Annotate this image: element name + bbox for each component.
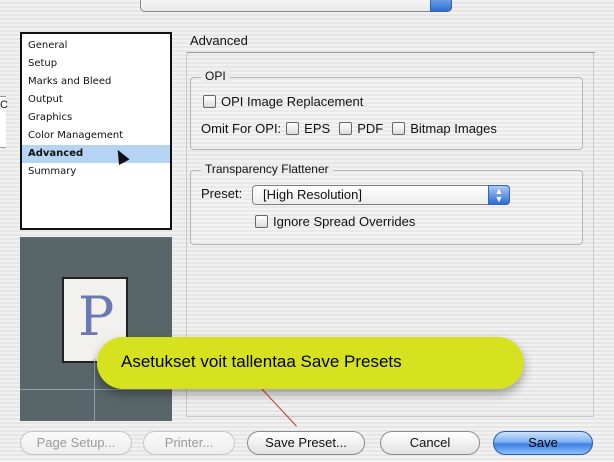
ignore-spread-overrides-checkbox[interactable] bbox=[255, 215, 268, 228]
ignore-spread-overrides-label: Ignore Spread Overrides bbox=[273, 214, 416, 229]
sidebar-item-marks-and-bleed[interactable]: Marks and Bleed bbox=[22, 73, 170, 91]
transparency-flattener-group: Transparency Flattener Preset: [High Res… bbox=[190, 162, 583, 245]
background-window-sliver: C bbox=[0, 96, 8, 148]
sidebar-item-general[interactable]: General bbox=[22, 37, 170, 55]
opi-group: OPI OPI Image Replacement Omit For OPI: … bbox=[190, 69, 583, 150]
sidebar-item-setup[interactable]: Setup bbox=[22, 55, 170, 73]
callout-text: Asetukset voit tallentaa Save Presets bbox=[121, 352, 402, 371]
sidebar-item-summary[interactable]: Summary bbox=[22, 163, 170, 181]
preview-divider-horizontal bbox=[20, 389, 172, 390]
page-preview[interactable]: P bbox=[20, 237, 172, 421]
opi-image-replacement-label: OPI Image Replacement bbox=[221, 94, 364, 109]
preview-page-letter: P bbox=[78, 285, 115, 348]
transparency-group-label: Transparency Flattener bbox=[201, 162, 333, 176]
omit-eps-checkbox[interactable] bbox=[286, 122, 300, 135]
sidebar-item-color-management[interactable]: Color Management bbox=[22, 127, 170, 145]
ignore-spread-overrides-row[interactable]: Ignore Spread Overrides bbox=[255, 214, 415, 229]
cancel-button[interactable]: Cancel bbox=[380, 431, 480, 455]
omit-for-opi-row: Omit For OPI: EPS PDF Bitmap Images bbox=[201, 121, 497, 136]
printer-button[interactable]: Printer... bbox=[143, 431, 235, 455]
top-popup-menu[interactable] bbox=[140, 0, 452, 12]
omit-pdf-checkbox[interactable] bbox=[339, 122, 353, 135]
category-list[interactable]: General Setup Marks and Bleed Output Gra… bbox=[20, 32, 172, 230]
preset-select-value: [High Resolution] bbox=[263, 187, 362, 202]
preset-select[interactable]: [High Resolution] ▲ ▼ bbox=[252, 185, 510, 205]
omit-eps-label: EPS bbox=[304, 121, 331, 136]
callout-bubble: Asetukset voit tallentaa Save Presets bbox=[97, 337, 524, 389]
select-arrows-icon: ▲ ▼ bbox=[488, 185, 510, 205]
omit-bitmap-checkbox[interactable] bbox=[392, 122, 406, 135]
panel-title: Advanced bbox=[190, 33, 248, 48]
sidebar-item-advanced[interactable]: Advanced bbox=[22, 145, 170, 163]
omit-bitmap-label: Bitmap Images bbox=[410, 121, 497, 136]
preview-divider-vertical bbox=[94, 359, 95, 421]
sidebar-item-output[interactable]: Output bbox=[22, 91, 170, 109]
omit-for-opi-label: Omit For OPI: bbox=[201, 121, 282, 136]
save-button[interactable]: Save bbox=[493, 431, 593, 455]
sliver-text: C bbox=[0, 99, 8, 111]
preset-label: Preset: bbox=[201, 186, 243, 201]
opi-image-replacement-row[interactable]: OPI Image Replacement bbox=[203, 94, 363, 109]
opi-group-label: OPI bbox=[201, 69, 230, 83]
popup-arrows-icon bbox=[430, 0, 452, 12]
page-setup-button[interactable]: Page Setup... bbox=[20, 431, 132, 455]
save-preset-button[interactable]: Save Preset... bbox=[247, 431, 365, 455]
print-dialog-window: C General Setup Marks and Bleed Output G… bbox=[0, 0, 614, 462]
omit-pdf-label: PDF bbox=[357, 121, 384, 136]
opi-image-replacement-checkbox[interactable] bbox=[203, 95, 216, 108]
sidebar-item-graphics[interactable]: Graphics bbox=[22, 109, 170, 127]
